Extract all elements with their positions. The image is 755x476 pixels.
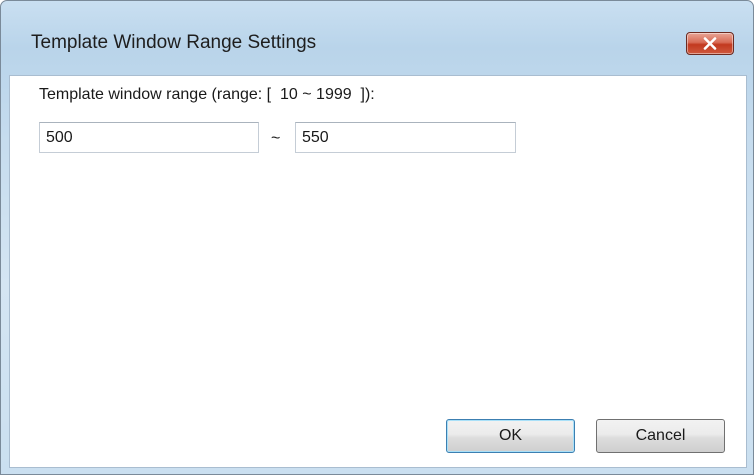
range-separator: ~ — [271, 130, 281, 147]
dialog-window: Template Window Range Settings Template … — [0, 0, 754, 475]
title-bar[interactable]: Template Window Range Settings — [1, 1, 753, 75]
range-from-input[interactable] — [39, 122, 259, 153]
dialog-content: Template window range (range: [ 10 ~ 199… — [9, 75, 747, 468]
ok-button[interactable]: OK — [446, 419, 575, 453]
window-title: Template Window Range Settings — [31, 32, 317, 53]
close-icon — [703, 37, 717, 50]
range-to-input[interactable] — [295, 122, 516, 153]
close-button[interactable] — [686, 32, 734, 55]
range-label: Template window range (range: [ 10 ~ 199… — [39, 86, 375, 103]
cancel-button[interactable]: Cancel — [596, 419, 725, 453]
